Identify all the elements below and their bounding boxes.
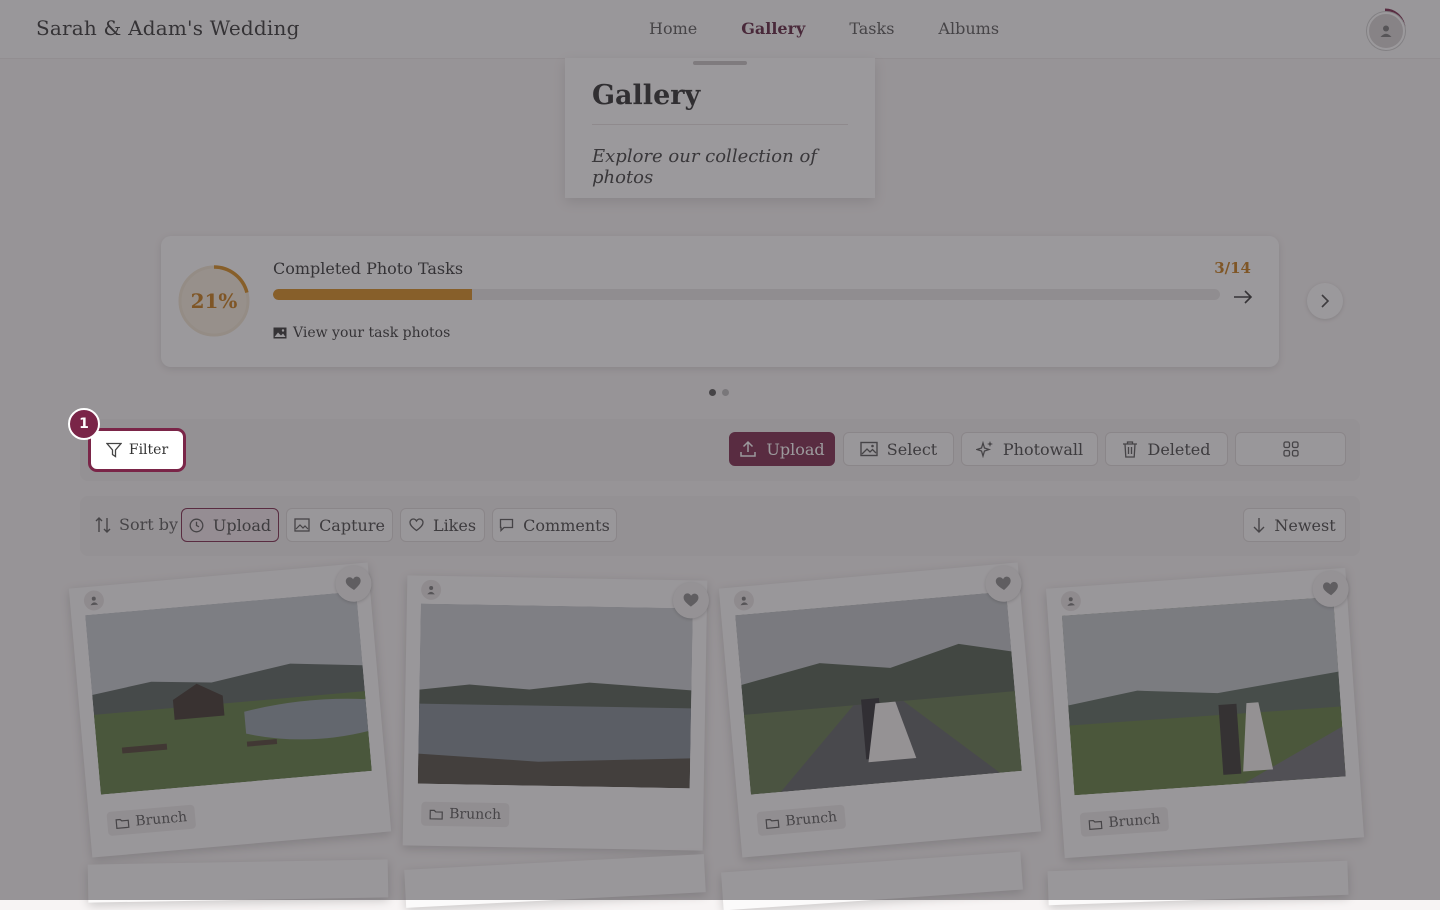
select-button[interactable]: Select xyxy=(843,432,954,466)
user-menu[interactable] xyxy=(1364,8,1406,50)
carousel-dot-2[interactable] xyxy=(722,389,729,396)
heart-icon xyxy=(345,576,361,591)
photo-card[interactable]: Brunch xyxy=(68,562,392,858)
sparkles-icon xyxy=(975,440,993,458)
sort-comments-label: Comments xyxy=(523,515,610,535)
sort-upload-label: Upload xyxy=(212,515,272,535)
divider xyxy=(592,124,848,125)
album-tag-label: Brunch xyxy=(134,809,188,830)
site-brand[interactable]: Sarah & Adam's Wedding xyxy=(36,16,300,40)
carousel-dot-1[interactable] xyxy=(709,389,716,396)
carousel-next-button[interactable] xyxy=(1307,283,1343,319)
album-tag-label: Brunch xyxy=(1107,811,1161,831)
select-label: Select xyxy=(886,439,938,459)
photo-card[interactable] xyxy=(1047,860,1349,906)
sort-likes-button[interactable]: Likes xyxy=(400,508,485,542)
album-tag[interactable]: Brunch xyxy=(756,804,847,837)
uploader-icon[interactable] xyxy=(1060,590,1082,612)
upload-icon xyxy=(740,440,757,457)
sort-upload-button[interactable]: Upload xyxy=(181,508,279,542)
heart-icon xyxy=(1323,581,1338,596)
filter-icon xyxy=(105,442,122,458)
like-button[interactable] xyxy=(672,582,710,619)
deleted-button[interactable]: Deleted xyxy=(1105,432,1228,466)
nav-albums[interactable]: Albums xyxy=(938,19,999,38)
folder-icon xyxy=(1088,819,1103,830)
album-tag-label: Brunch xyxy=(784,809,838,830)
sort-capture-label: Capture xyxy=(319,515,385,535)
view-task-photos-text: View your task photos xyxy=(293,325,451,341)
deleted-label: Deleted xyxy=(1147,439,1211,459)
photo-card[interactable] xyxy=(721,851,1023,910)
uploader-icon[interactable] xyxy=(733,589,755,612)
photowall-button[interactable]: Photowall xyxy=(961,432,1098,466)
tasks-progress-fill xyxy=(273,289,472,300)
sort-likes-label: Likes xyxy=(432,515,477,535)
photo-card[interactable] xyxy=(87,859,389,903)
chevron-right-icon xyxy=(1321,294,1330,308)
grid-icon xyxy=(1282,441,1299,457)
image-icon xyxy=(860,441,878,457)
clock-icon xyxy=(189,518,204,532)
photo-card[interactable]: Brunch xyxy=(402,575,710,851)
sort-by-text: Sort by xyxy=(119,515,179,534)
page-subtitle: Explore our collection of photos xyxy=(592,146,817,188)
comment-icon xyxy=(500,518,514,532)
photo-image[interactable] xyxy=(417,603,693,789)
tutorial-step-badge: 1 xyxy=(68,408,100,440)
heart-icon xyxy=(409,518,424,532)
upload-label: Upload xyxy=(766,439,825,459)
heart-icon xyxy=(683,593,699,607)
sort-order-button[interactable]: Newest xyxy=(1243,508,1346,542)
photo-card[interactable]: Brunch xyxy=(718,562,1042,858)
tasks-label: Completed Photo Tasks xyxy=(273,259,464,278)
avatar xyxy=(1367,12,1405,50)
folder-icon xyxy=(429,809,443,820)
filter-button[interactable]: Filter xyxy=(88,428,186,472)
folder-icon xyxy=(765,818,780,829)
uploader-icon[interactable] xyxy=(420,579,442,600)
task-percent: 21% xyxy=(190,289,238,313)
sort-arrows-icon xyxy=(95,516,111,533)
arrow-right-icon[interactable] xyxy=(1233,289,1253,309)
photo-tasks-card[interactable]: 21% Completed Photo Tasks 3/14 View your… xyxy=(161,236,1279,367)
nav-tasks[interactable]: Tasks xyxy=(849,19,894,38)
heart-icon xyxy=(995,576,1011,591)
photo-image[interactable] xyxy=(1061,596,1346,796)
photowall-label: Photowall xyxy=(1002,439,1084,459)
image-icon xyxy=(294,518,310,532)
sort-label: Sort by xyxy=(95,515,178,534)
main-nav: Home Gallery Tasks Albums xyxy=(649,19,1043,38)
grid-view-button[interactable] xyxy=(1235,432,1346,466)
photo-image[interactable] xyxy=(85,591,372,795)
page-title: Gallery xyxy=(592,80,701,111)
photo-image[interactable] xyxy=(735,591,1022,795)
card-grip xyxy=(693,61,747,65)
tasks-progress-bar xyxy=(273,289,1220,300)
upload-button[interactable]: Upload xyxy=(729,432,835,466)
album-tag[interactable]: Brunch xyxy=(106,804,197,837)
gallery-title-card: Gallery Explore our collection of photos xyxy=(565,58,875,198)
sort-order-label: Newest xyxy=(1274,515,1336,535)
user-icon xyxy=(1380,25,1392,37)
album-tag-label: Brunch xyxy=(449,806,502,824)
tasks-count: 3/14 xyxy=(1214,259,1251,277)
album-tag[interactable]: Brunch xyxy=(421,801,510,828)
task-progress-ring: 21% xyxy=(178,265,250,337)
album-tag[interactable]: Brunch xyxy=(1079,806,1170,837)
nav-gallery[interactable]: Gallery xyxy=(741,19,805,38)
filter-label: Filter xyxy=(128,442,169,458)
sort-capture-button[interactable]: Capture xyxy=(286,508,393,542)
top-header: Sarah & Adam's Wedding Home Gallery Task… xyxy=(0,0,1440,59)
arrow-down-icon xyxy=(1253,518,1265,533)
photo-card[interactable]: Brunch xyxy=(1045,567,1365,859)
sort-comments-button[interactable]: Comments xyxy=(492,508,617,542)
trash-icon xyxy=(1123,441,1138,458)
carousel-dots xyxy=(709,389,729,396)
uploader-icon[interactable] xyxy=(83,589,105,612)
image-icon xyxy=(273,327,287,339)
folder-icon xyxy=(115,818,130,829)
view-task-photos-link[interactable]: View your task photos xyxy=(273,325,450,341)
nav-home[interactable]: Home xyxy=(649,19,697,38)
